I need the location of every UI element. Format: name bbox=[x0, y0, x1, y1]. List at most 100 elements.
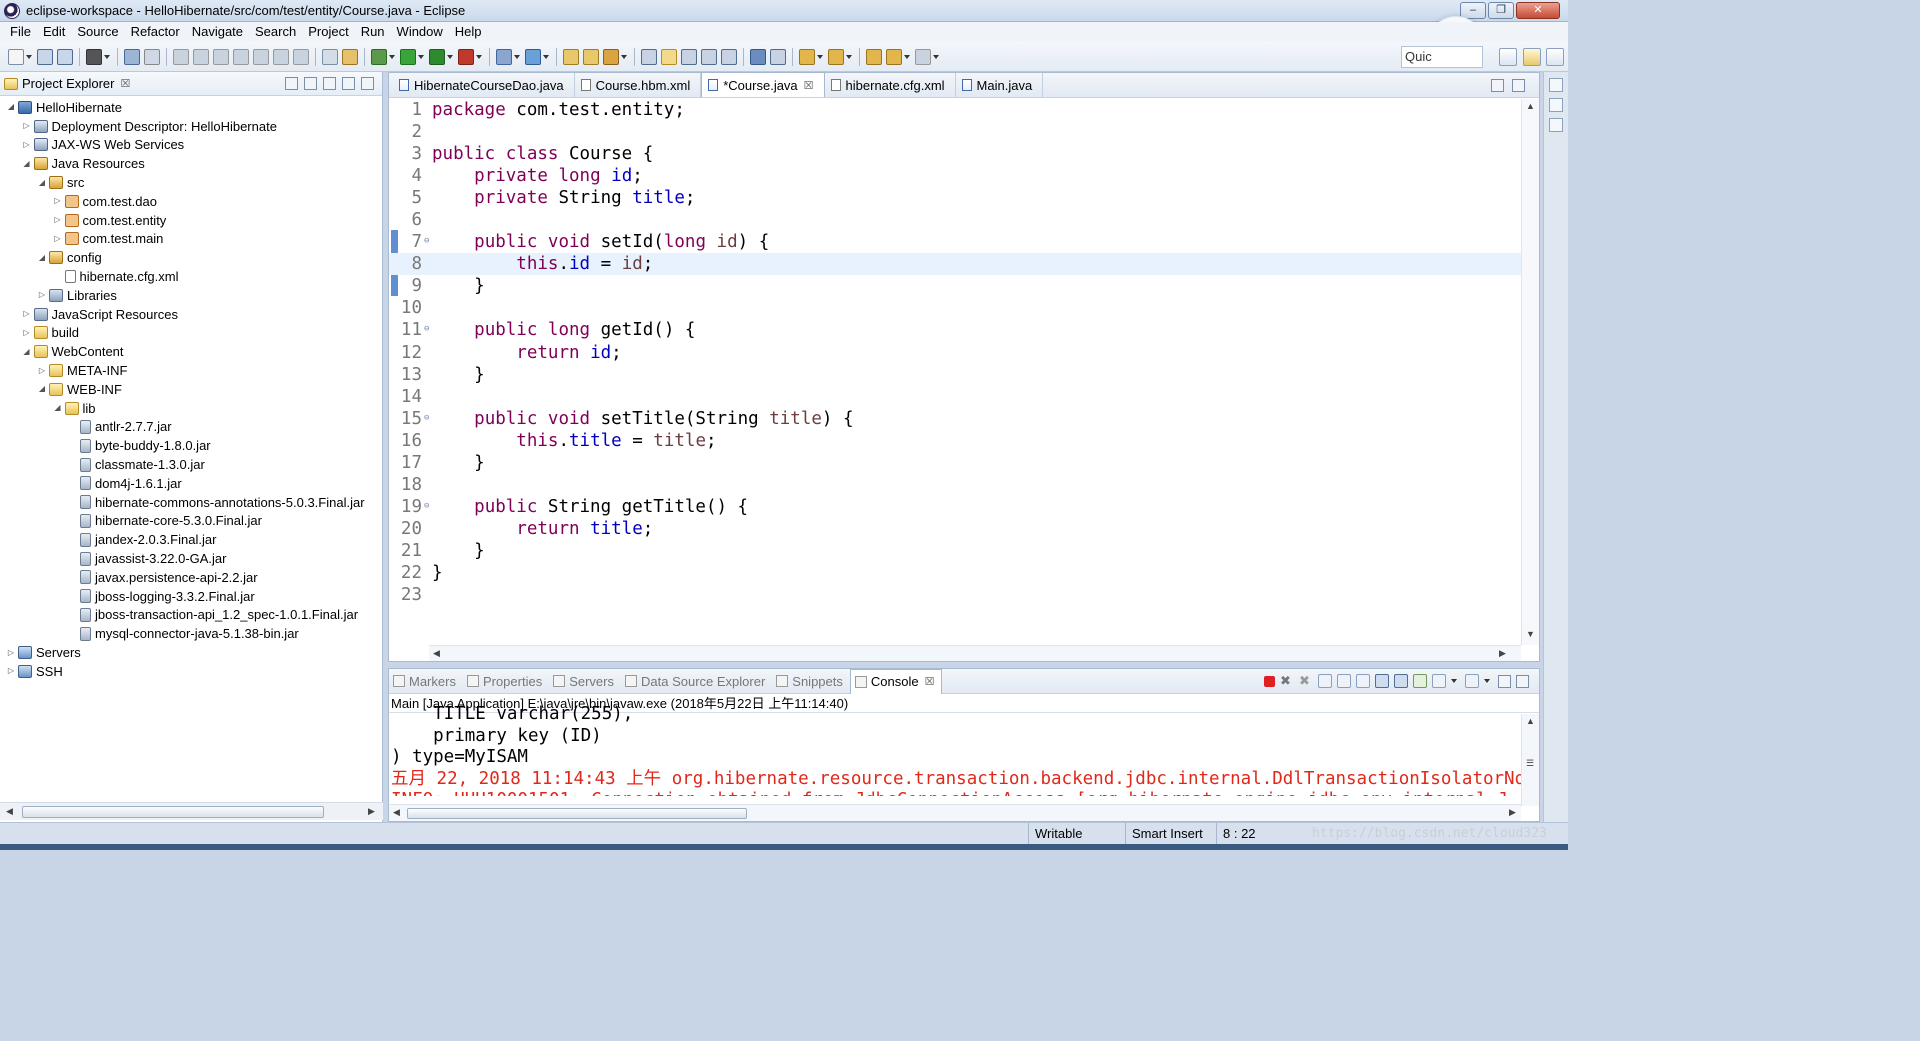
editor-horizontal-scrollbar[interactable]: ◀ ▶ bbox=[429, 645, 1521, 661]
tree-item[interactable]: ◢ config bbox=[0, 248, 382, 267]
fold-toggle-icon[interactable]: ⊖ bbox=[424, 319, 432, 341]
editor-tab[interactable]: HibernateCourseDao.java bbox=[393, 73, 575, 97]
search-icon[interactable] bbox=[770, 48, 786, 65]
outline-icon[interactable] bbox=[1549, 98, 1563, 112]
mark-occurrences-icon[interactable] bbox=[661, 48, 677, 65]
link-with-editor-icon[interactable] bbox=[304, 77, 317, 90]
save-all-icon[interactable] bbox=[57, 48, 73, 65]
open-task-icon[interactable] bbox=[322, 48, 338, 65]
next-annotation-icon[interactable] bbox=[799, 48, 815, 65]
chevron-down-icon[interactable] bbox=[476, 54, 482, 59]
menu-help[interactable]: Help bbox=[449, 22, 488, 42]
tree-item[interactable]: ▷ com.test.entity bbox=[0, 211, 382, 230]
maximize-editor-icon[interactable] bbox=[1512, 79, 1525, 92]
tree-item[interactable]: ◢ WebContent bbox=[0, 342, 382, 361]
new-icon[interactable] bbox=[8, 48, 24, 65]
block-select-icon[interactable] bbox=[681, 48, 697, 65]
tree-item[interactable]: ◢ Java Resources bbox=[0, 154, 382, 173]
menu-source[interactable]: Source bbox=[71, 22, 124, 42]
console-icon[interactable] bbox=[124, 48, 140, 65]
show-on-stdout-icon[interactable] bbox=[1375, 674, 1389, 688]
minimize-view-icon[interactable] bbox=[342, 77, 355, 90]
chevron-down-icon[interactable] bbox=[621, 54, 627, 59]
collapse-all-icon[interactable] bbox=[285, 77, 298, 90]
tree-item[interactable]: ◢ HelloHibernate bbox=[0, 98, 382, 117]
remove-all-terminated-icon[interactable]: ✖ bbox=[1299, 674, 1313, 688]
scroll-down-icon[interactable]: ▼ bbox=[1526, 629, 1535, 639]
tree-item[interactable]: jboss-logging-3.3.2.Final.jar bbox=[0, 587, 382, 606]
tree-item[interactable]: ▷ Libraries bbox=[0, 286, 382, 305]
step-over-icon[interactable] bbox=[273, 48, 289, 65]
menu-run[interactable]: Run bbox=[355, 22, 391, 42]
editor-tab[interactable]: Course.hbm.xml bbox=[575, 73, 702, 97]
collapsed-arrow-icon[interactable]: ▷ bbox=[37, 290, 47, 300]
chevron-down-icon[interactable] bbox=[933, 54, 939, 59]
fold-toggle-icon[interactable]: ⊖ bbox=[424, 231, 432, 253]
tree-item[interactable]: hibernate.cfg.xml bbox=[0, 267, 382, 286]
tree-item[interactable]: ▷ JavaScript Resources bbox=[0, 305, 382, 324]
tree-item[interactable]: ▷ com.test.main bbox=[0, 230, 382, 249]
console-vertical-scrollbar[interactable]: ▲ ☰ bbox=[1521, 714, 1539, 806]
step-into-icon[interactable] bbox=[253, 48, 269, 65]
java-perspective-icon[interactable] bbox=[1546, 48, 1564, 66]
tree-item[interactable]: ▷ Servers bbox=[0, 643, 382, 662]
chevron-down-icon[interactable] bbox=[447, 54, 453, 59]
chevron-down-icon[interactable] bbox=[904, 54, 910, 59]
open-perspective-icon[interactable] bbox=[1499, 48, 1517, 66]
open-type-icon[interactable] bbox=[342, 48, 358, 65]
collapsed-arrow-icon[interactable]: ▷ bbox=[22, 328, 32, 338]
tab-data-source-explorer[interactable]: Data Source Explorer bbox=[621, 669, 772, 694]
chevron-down-icon[interactable] bbox=[1451, 679, 1457, 683]
maximize-button[interactable]: ❐ bbox=[1488, 2, 1514, 19]
collapsed-arrow-icon[interactable]: ▷ bbox=[22, 121, 32, 131]
menu-project[interactable]: Project bbox=[302, 22, 354, 42]
tree-item[interactable]: dom4j-1.6.1.jar bbox=[0, 474, 382, 493]
project-explorer-tab[interactable]: Project Explorer ☒ bbox=[0, 72, 382, 96]
skip-breakpoints-icon[interactable] bbox=[144, 48, 160, 65]
java-ee-perspective-icon[interactable] bbox=[1523, 48, 1541, 66]
annotation-icon[interactable] bbox=[641, 48, 657, 65]
debug-icon[interactable] bbox=[371, 48, 387, 65]
collapsed-arrow-icon[interactable]: ▷ bbox=[53, 234, 63, 244]
remove-launch-icon[interactable]: ✖ bbox=[1280, 674, 1294, 688]
maximize-view-icon[interactable] bbox=[1516, 674, 1529, 688]
tree-item[interactable]: javassist-3.22.0-GA.jar bbox=[0, 549, 382, 568]
menu-file[interactable]: File bbox=[4, 22, 37, 42]
fold-toggle-icon[interactable]: ⊖ bbox=[424, 496, 432, 518]
tree-item[interactable]: ▷ JAX-WS Web Services bbox=[0, 136, 382, 155]
editor-tab[interactable]: Main.java bbox=[956, 73, 1044, 97]
menu-window[interactable]: Window bbox=[391, 22, 449, 42]
collapsed-arrow-icon[interactable]: ▷ bbox=[6, 648, 16, 658]
tree-item[interactable]: ▷ SSH bbox=[0, 662, 382, 681]
collapsed-arrow-icon[interactable]: ▷ bbox=[53, 196, 63, 206]
explorer-horizontal-scrollbar[interactable]: ◀ ▶ bbox=[0, 802, 383, 820]
chevron-down-icon[interactable] bbox=[389, 54, 395, 59]
save-icon[interactable] bbox=[37, 48, 53, 65]
tree-item[interactable]: ▷ Deployment Descriptor: HelloHibernate bbox=[0, 117, 382, 136]
suspend-icon[interactable] bbox=[193, 48, 209, 65]
word-wrap-icon[interactable] bbox=[1356, 674, 1370, 688]
menu-edit[interactable]: Edit bbox=[37, 22, 71, 42]
menu-search[interactable]: Search bbox=[249, 22, 302, 42]
forward-icon[interactable] bbox=[915, 48, 931, 65]
scroll-up-icon[interactable]: ▲ bbox=[1526, 716, 1535, 726]
show-whitespace-icon[interactable] bbox=[701, 48, 717, 65]
tab-console[interactable]: Console ☒ bbox=[849, 668, 943, 694]
resume-icon[interactable] bbox=[173, 48, 189, 65]
view-menu-icon[interactable] bbox=[323, 77, 336, 90]
tree-item[interactable]: antlr-2.7.7.jar bbox=[0, 418, 382, 437]
tree-item[interactable]: ▷ META-INF bbox=[0, 361, 382, 380]
tree-item[interactable]: ◢ WEB-INF bbox=[0, 380, 382, 399]
disconnect-icon[interactable] bbox=[233, 48, 249, 65]
open-folder-icon[interactable] bbox=[563, 48, 579, 65]
open-console-icon[interactable] bbox=[1465, 674, 1479, 688]
tree-item[interactable]: classmate-1.3.0.jar bbox=[0, 455, 382, 474]
display-selected-console-icon[interactable] bbox=[1432, 674, 1446, 688]
overview-ruler[interactable]: ▲ ▼ bbox=[1521, 99, 1539, 645]
chevron-down-icon[interactable] bbox=[817, 54, 823, 59]
chevron-down-icon[interactable] bbox=[543, 54, 549, 59]
scroll-left-icon[interactable]: ◀ bbox=[6, 806, 13, 817]
prev-annotation-icon[interactable] bbox=[828, 48, 844, 65]
scroll-lock-icon[interactable] bbox=[1337, 674, 1351, 688]
tree-item[interactable]: hibernate-core-5.3.0.Final.jar bbox=[0, 512, 382, 531]
